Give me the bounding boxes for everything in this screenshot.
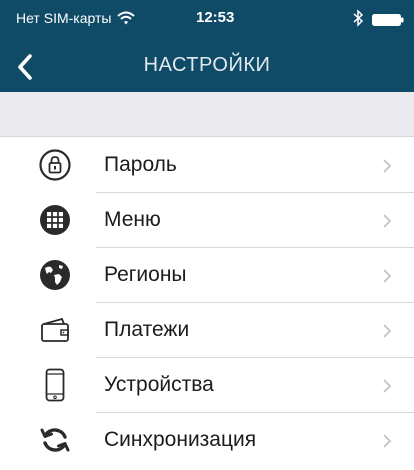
settings-item-label: Синхронизация (104, 428, 257, 451)
grid-icon (40, 205, 70, 235)
wallet-icon (41, 317, 69, 342)
battery-icon (372, 14, 404, 26)
settings-item-label: Меню (104, 208, 161, 231)
lock-icon (39, 149, 71, 181)
settings-item-menu[interactable]: Меню (0, 193, 414, 248)
chevron-right-icon (383, 379, 392, 393)
chevron-right-icon (383, 159, 392, 173)
status-bar: Нет SIM-карты 12:53 (0, 0, 414, 36)
settings-item-payments[interactable]: Платежи (0, 303, 414, 358)
chevron-right-icon (383, 269, 392, 283)
settings-item-password[interactable]: Пароль (0, 138, 414, 193)
phone-icon (45, 368, 65, 402)
sync-icon (40, 428, 70, 452)
settings-item-label: Устройства (104, 373, 214, 396)
carrier-label: Нет SIM-карты (16, 10, 112, 26)
settings-item-label: Регионы (104, 263, 187, 286)
chevron-right-icon (383, 214, 392, 228)
section-spacer (0, 92, 414, 137)
chevron-right-icon (383, 434, 392, 448)
settings-item-sync[interactable]: Синхронизация (0, 413, 414, 468)
settings-item-label: Платежи (104, 318, 190, 341)
chevron-right-icon (383, 324, 392, 338)
settings-item-label: Пароль (104, 153, 177, 176)
page-title: НАСТРОЙКИ (143, 54, 271, 76)
globe-icon (40, 260, 70, 290)
wifi-icon (117, 11, 135, 25)
settings-item-regions[interactable]: Регионы (0, 248, 414, 303)
bluetooth-icon (353, 9, 364, 27)
navigation-bar: Нет SIM-карты 12:53 НАСТРОЙКИ (0, 0, 414, 92)
settings-list: Пароль Меню Регионы Платежи Устройства С… (0, 138, 414, 468)
clock-label: 12:53 (196, 9, 235, 26)
settings-item-devices[interactable]: Устройства (0, 358, 414, 413)
